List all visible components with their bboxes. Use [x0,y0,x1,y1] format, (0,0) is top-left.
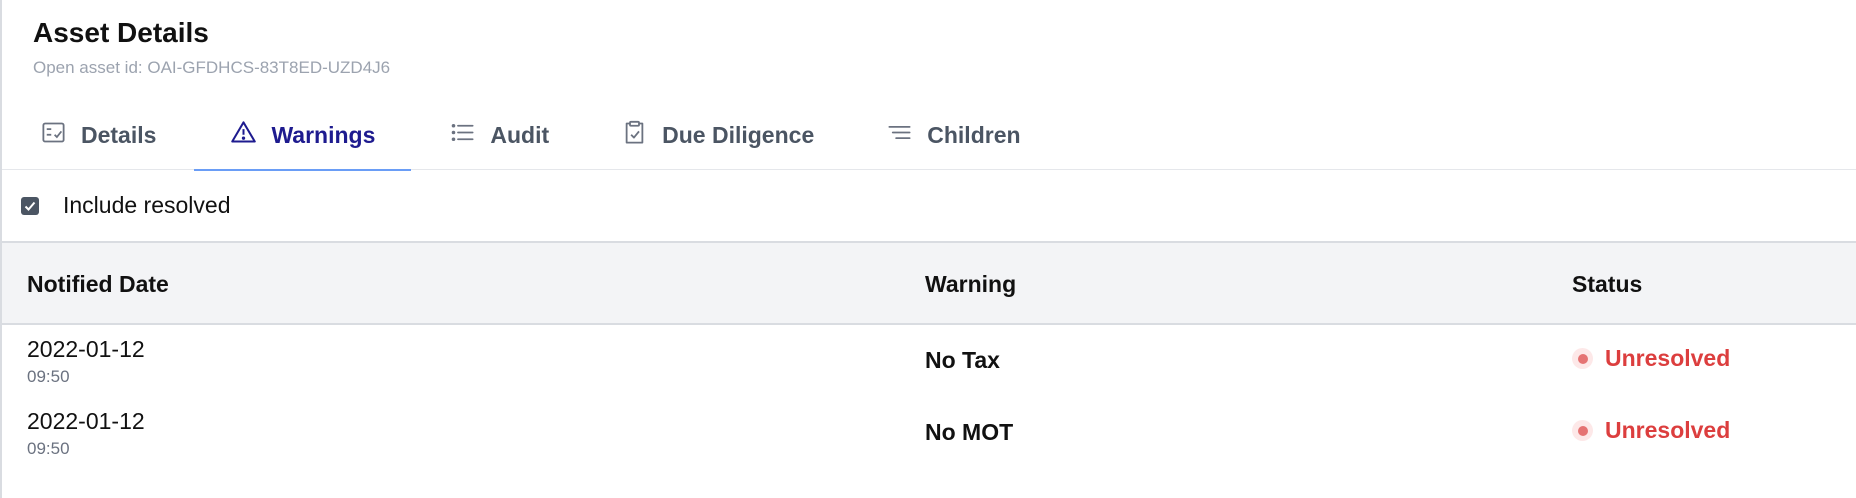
tab-audit[interactable]: Audit [449,100,549,170]
include-resolved-label[interactable]: Include resolved [63,192,231,219]
warning-text: No MOT [925,419,1014,445]
tab-details-label: Details [81,121,157,148]
tab-bar: Details Warnings Audit Due Diligence Chi… [2,100,1856,171]
status-dot-icon [1572,420,1593,441]
checklist-icon [40,119,67,152]
tab-warnings[interactable]: Warnings [194,100,412,171]
page-title: Asset Details [33,17,209,48]
tab-details[interactable]: Details [40,100,156,170]
status-dot-icon [1572,348,1593,369]
tab-children-label: Children [927,121,1021,148]
tab-due-diligence[interactable]: Due Diligence [621,100,814,170]
asset-details-page: Asset Details Open asset id: OAI-GFDHCS-… [0,0,1856,498]
include-resolved-checkbox[interactable] [21,196,39,215]
notified-date: 2022-01-12 [27,336,145,362]
tab-warnings-label: Warnings [271,121,376,148]
list-icon [449,119,476,152]
filter-bar: Include resolved [2,170,1856,243]
lines-icon [886,119,913,152]
table-header: Notified Date Warning Status [2,243,1856,325]
tab-due-diligence-label: Due Diligence [662,121,815,148]
status-text: Unresolved [1605,417,1731,443]
notified-time: 09:50 [27,367,70,386]
status-badge: Unresolved [1572,345,1730,372]
tab-children[interactable]: Children [886,100,1021,170]
warning-triangle-icon [230,119,257,152]
table-row[interactable]: 2022-01-12 09:50 No Tax Unresolved [2,325,1856,397]
warning-text: No Tax [925,347,1000,373]
notified-date: 2022-01-12 [27,408,145,434]
status-badge: Unresolved [1572,417,1730,444]
clipboard-check-icon [621,119,648,152]
checkmark-icon [24,201,36,211]
table-row[interactable]: 2022-01-12 09:50 No MOT Unresolved [2,397,1856,469]
column-header-notified-date[interactable]: Notified Date [27,271,169,298]
column-header-status[interactable]: Status [1572,271,1642,298]
notified-time: 09:50 [27,439,70,458]
page-header: Asset Details Open asset id: OAI-GFDHCS-… [33,14,390,79]
tab-audit-label: Audit [490,121,550,148]
status-text: Unresolved [1605,345,1731,371]
column-header-warning[interactable]: Warning [925,271,1016,298]
asset-id-subtitle: Open asset id: OAI-GFDHCS-83T8ED-UZD4J6 [33,58,391,77]
warnings-table: Notified Date Warning Status 2022-01-12 … [2,243,1856,469]
